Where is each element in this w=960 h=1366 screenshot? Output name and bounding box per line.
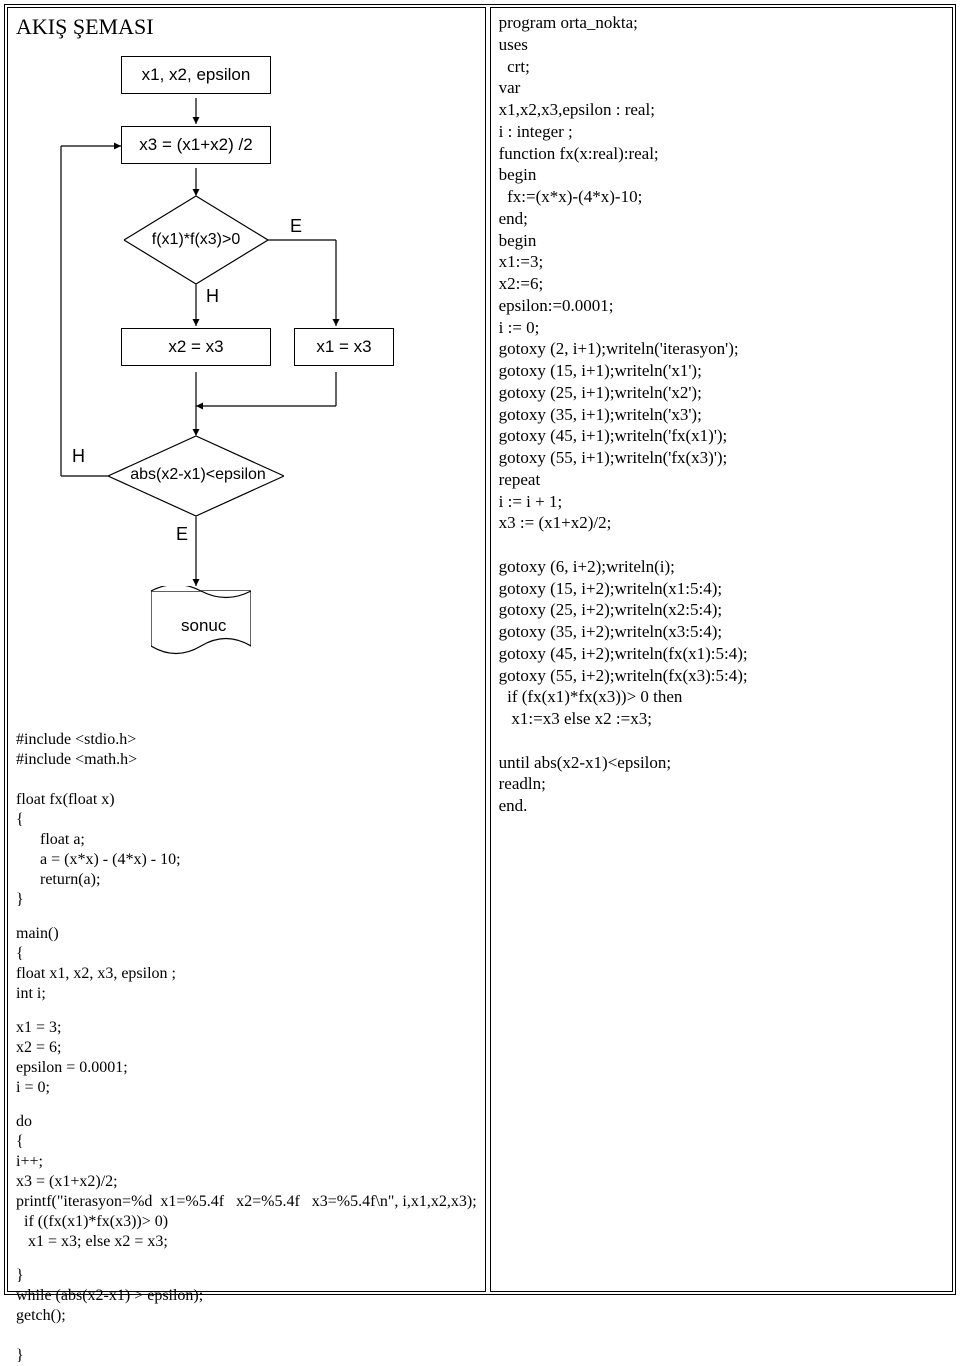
flow-x1-eq-x3: x1 = x3 [294, 328, 394, 366]
flow-input-text: x1, x2, epsilon [142, 65, 251, 84]
flow-cond1-text: f(x1)*f(x3)>0 [136, 231, 256, 249]
c-code-block-3: x1 = 3; x2 = 6; epsilon = 0.0001; i = 0; [16, 1018, 477, 1098]
flow-step-x3-text: x3 = (x1+x2) /2 [139, 135, 252, 154]
left-column: AKIŞ ŞEMASI [7, 7, 486, 1292]
flow-x1-eq-x3-text: x1 = x3 [316, 337, 371, 356]
c-code-block-5: } while (abs(x2-x1) > epsilon); getch();… [16, 1266, 477, 1366]
flow-cond1-h-label: H [206, 286, 219, 307]
c-code-block-1: #include <stdio.h> #include <math.h> flo… [16, 730, 477, 910]
flowchart-title: AKIŞ ŞEMASI [16, 14, 477, 40]
flow-input-box: x1, x2, epsilon [121, 56, 271, 94]
flow-cond2-text: abs(x2-x1)<epsilon [118, 466, 278, 484]
flowchart-diagram: x1, x2, epsilon x3 = (x1+x2) /2 f(x1)*f(… [16, 46, 477, 726]
flow-step-x3: x3 = (x1+x2) /2 [121, 126, 271, 164]
flow-result-text: sonuc [181, 616, 226, 636]
c-code-block-2: main() { float x1, x2, x3, epsilon ; int… [16, 924, 477, 1004]
flow-cond2-h-label: H [72, 446, 85, 467]
flow-x2-eq-x3-text: x2 = x3 [168, 337, 223, 356]
pascal-code-block: program orta_nokta; uses crt; var x1,x2,… [499, 12, 944, 817]
c-code-block-4: do { i++; x3 = (x1+x2)/2; printf("iteras… [16, 1112, 477, 1252]
right-column: program orta_nokta; uses crt; var x1,x2,… [490, 7, 953, 1292]
flow-x2-eq-x3: x2 = x3 [121, 328, 271, 366]
flow-cond2-e-label: E [176, 524, 188, 545]
flow-cond1-e-label: E [290, 216, 302, 237]
